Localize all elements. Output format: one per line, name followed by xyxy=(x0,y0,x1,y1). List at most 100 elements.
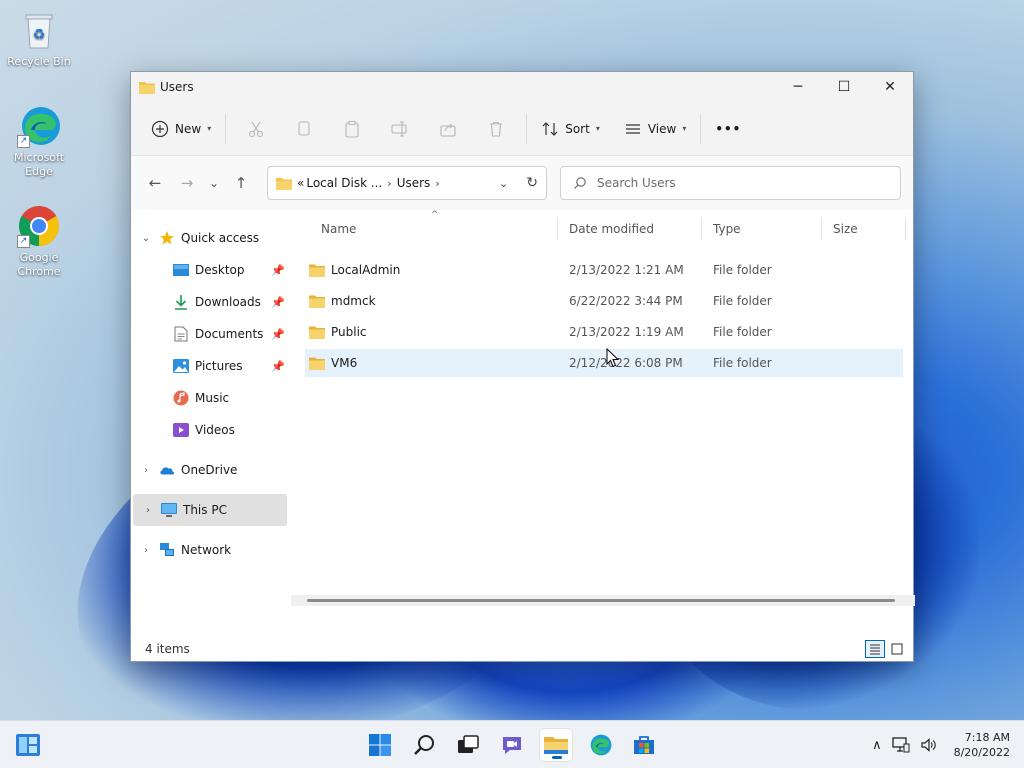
refresh-icon[interactable]: ↻ xyxy=(526,175,538,191)
store-taskbar-button[interactable] xyxy=(628,729,660,761)
chevron-right-icon[interactable]: › xyxy=(139,465,153,476)
pin-icon[interactable]: 📌 xyxy=(271,328,285,341)
column-divider[interactable] xyxy=(821,218,822,240)
sidebar-item-quick-access[interactable]: ⌄ Quick access xyxy=(131,222,291,254)
edge-taskbar-button[interactable] xyxy=(584,729,616,761)
search-button[interactable] xyxy=(408,729,440,761)
file-row[interactable]: LocalAdmin 2/13/2022 1:21 AM File folder xyxy=(305,256,903,284)
column-divider[interactable] xyxy=(557,218,558,240)
sidebar-item-downloads[interactable]: Downloads 📌 xyxy=(131,286,291,318)
column-header-date[interactable]: Date modified xyxy=(563,210,707,248)
up-button[interactable]: ↑ xyxy=(225,167,257,199)
desktop-icon-edge[interactable]: ↗ Microsoft Edge xyxy=(0,104,78,179)
delete-button[interactable] xyxy=(478,111,514,147)
address-bar[interactable]: « Local Disk ... › Users › ⌄ ↻ xyxy=(267,166,547,200)
sidebar-item-onedrive[interactable]: › OneDrive xyxy=(131,454,291,486)
chevron-down-icon: ▾ xyxy=(682,124,687,133)
breadcrumb-local-disk[interactable]: Local Disk ... xyxy=(306,176,382,190)
edge-icon: ↗ xyxy=(17,104,61,148)
sidebar-item-this-pc[interactable]: › This PC xyxy=(133,494,287,526)
volume-icon[interactable] xyxy=(920,737,938,753)
copy-icon xyxy=(298,120,310,136)
start-button[interactable] xyxy=(364,729,396,761)
paste-button[interactable] xyxy=(334,111,370,147)
file-row[interactable]: mdmck 6/22/2022 3:44 PM File folder xyxy=(305,287,903,315)
sidebar-item-music[interactable]: Music xyxy=(131,382,291,414)
breadcrumb-users[interactable]: Users xyxy=(397,176,431,190)
mouse-cursor-icon xyxy=(606,348,620,368)
copy-button[interactable] xyxy=(286,111,322,147)
show-hidden-icons-button[interactable]: ∧ xyxy=(872,738,882,753)
recent-locations-button[interactable]: ⌄ xyxy=(203,167,225,199)
sort-button[interactable]: Sort ▾ xyxy=(533,111,608,147)
column-header-type[interactable]: Type xyxy=(707,210,823,248)
chevron-down-icon[interactable]: ⌄ xyxy=(139,233,153,244)
desktop-icon-label: Microsoft Edge xyxy=(13,151,65,178)
cut-button[interactable] xyxy=(238,111,274,147)
trash-icon xyxy=(490,121,503,137)
pin-icon[interactable]: 📌 xyxy=(271,296,285,309)
desktop-icon-chrome[interactable]: ↗ Google Chrome xyxy=(0,204,78,279)
navigation-pane: ⌄ Quick access Desktop 📌 Downloads 📌 Doc… xyxy=(131,210,291,632)
view-button[interactable]: View ▾ xyxy=(616,111,695,147)
maximize-button[interactable]: ☐ xyxy=(821,72,867,102)
chat-button[interactable] xyxy=(496,729,528,761)
title-bar[interactable]: Users ─ ☐ ✕ xyxy=(131,72,913,102)
new-button[interactable]: New ▾ xyxy=(143,111,219,147)
clock[interactable]: 7:18 AM 8/20/2022 xyxy=(954,730,1010,760)
column-divider[interactable] xyxy=(701,218,702,240)
store-icon xyxy=(634,736,654,754)
pin-icon[interactable]: 📌 xyxy=(271,360,285,373)
music-icon xyxy=(173,390,189,406)
details-view-button[interactable] xyxy=(865,640,885,658)
minimize-button[interactable]: ─ xyxy=(775,72,821,102)
column-divider[interactable] xyxy=(905,218,906,240)
search-input[interactable]: Search Users xyxy=(560,166,901,200)
back-button[interactable]: ← xyxy=(139,167,171,199)
file-explorer-window: Users ─ ☐ ✕ New ▾ Sort ▾ View ▾ ••• ← → … xyxy=(130,71,915,662)
share-icon xyxy=(440,123,456,137)
horizontal-scrollbar-thumb[interactable] xyxy=(307,599,895,602)
file-date: 2/13/2022 1:21 AM xyxy=(569,263,684,277)
folder-icon xyxy=(309,357,325,370)
desktop-icon-recycle-bin[interactable]: ♻ Recycle Bin xyxy=(0,8,78,69)
chevron-right-icon[interactable]: › xyxy=(141,505,155,516)
widgets-button[interactable] xyxy=(12,729,44,761)
sidebar-item-pictures[interactable]: Pictures 📌 xyxy=(131,350,291,382)
chevron-down-icon[interactable]: ⌄ xyxy=(499,177,508,190)
sidebar-item-desktop[interactable]: Desktop 📌 xyxy=(131,254,291,286)
sidebar-item-network[interactable]: › Network xyxy=(131,534,291,566)
desktop-icon-label: Recycle Bin xyxy=(7,55,71,68)
plus-circle-icon xyxy=(151,120,169,137)
star-icon xyxy=(159,230,175,246)
widgets-icon xyxy=(16,734,40,756)
task-view-button[interactable] xyxy=(452,729,484,761)
clock-date: 8/20/2022 xyxy=(953,746,1010,759)
column-header-size[interactable]: Size xyxy=(827,210,907,248)
network-status-icon[interactable] xyxy=(891,737,910,753)
breadcrumb-overflow[interactable]: « xyxy=(297,176,304,190)
forward-button[interactable]: → xyxy=(171,167,203,199)
large-icons-view-button[interactable] xyxy=(887,640,907,658)
sidebar-item-videos[interactable]: Videos xyxy=(131,414,291,446)
sort-icon xyxy=(542,121,558,136)
file-row[interactable]: Public 2/13/2022 1:19 AM File folder xyxy=(305,318,903,346)
rename-button[interactable] xyxy=(382,111,418,147)
shortcut-arrow-icon: ↗ xyxy=(17,235,30,248)
chevron-right-icon[interactable]: › xyxy=(139,545,153,556)
share-button[interactable] xyxy=(430,111,466,147)
file-explorer-taskbar-button[interactable] xyxy=(540,729,572,761)
download-arrow-icon xyxy=(173,294,189,310)
view-list-icon xyxy=(625,123,640,134)
column-label: Size xyxy=(833,222,858,236)
sidebar-item-documents[interactable]: Documents 📌 xyxy=(131,318,291,350)
divider xyxy=(225,113,227,144)
file-name: LocalAdmin xyxy=(331,263,401,277)
see-more-button[interactable]: ••• xyxy=(707,111,749,147)
column-header-name[interactable]: Name xyxy=(315,210,563,248)
close-button[interactable]: ✕ xyxy=(867,72,913,102)
pin-icon[interactable]: 📌 xyxy=(271,264,285,277)
file-row-selected[interactable]: VM6 2/12/2022 6:08 PM File folder xyxy=(305,349,903,377)
window-title: Users xyxy=(160,80,194,94)
monitor-icon xyxy=(161,502,177,518)
